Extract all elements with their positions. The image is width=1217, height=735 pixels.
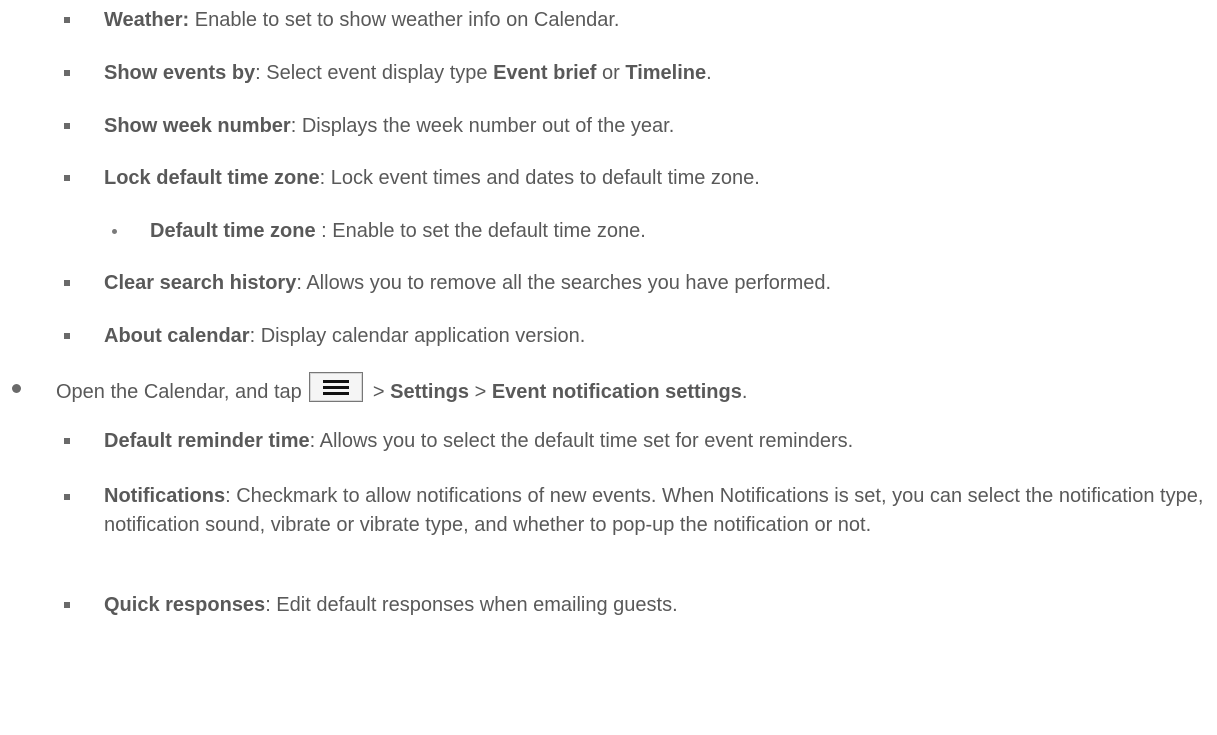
option-timeline: Timeline: [625, 62, 707, 84]
path-settings: Settings: [390, 381, 470, 403]
square-bullet: [64, 333, 70, 339]
square-bullet: [64, 175, 70, 181]
square-bullet: [64, 70, 70, 76]
term-clear-search-history: Clear search history: [104, 272, 297, 294]
term-quick-responses: Quick responses: [104, 594, 266, 616]
term-about-calendar: About calendar: [104, 325, 250, 347]
dot-bullet: [112, 229, 117, 234]
square-bullet: [64, 602, 70, 608]
square-bullet: [64, 494, 70, 500]
path-event-notification-settings: Event notification settings: [491, 381, 742, 403]
menu-icon: [309, 372, 364, 402]
square-bullet: [64, 438, 70, 444]
term-show-events-by: Show events by: [104, 62, 256, 84]
square-bullet: [64, 280, 70, 286]
square-bullet: [64, 17, 70, 23]
term-default-reminder-time: Default reminder time: [104, 430, 310, 452]
help-page: Weather: Enable to set to show weather i…: [0, 0, 1217, 735]
term-default-time-zone: Default time zone: [150, 220, 316, 242]
term-show-week-number: Show week number: [104, 115, 291, 137]
option-event-brief: Event brief: [493, 62, 597, 84]
term-notifications: Notifications: [104, 485, 226, 507]
square-bullet: [64, 123, 70, 129]
term-lock-time-zone: Lock default time zone: [104, 167, 320, 189]
term-weather: Weather:: [104, 9, 190, 31]
round-bullet: [12, 384, 21, 393]
desc-weather: Enable to set to show weather info on Ca…: [189, 9, 620, 31]
